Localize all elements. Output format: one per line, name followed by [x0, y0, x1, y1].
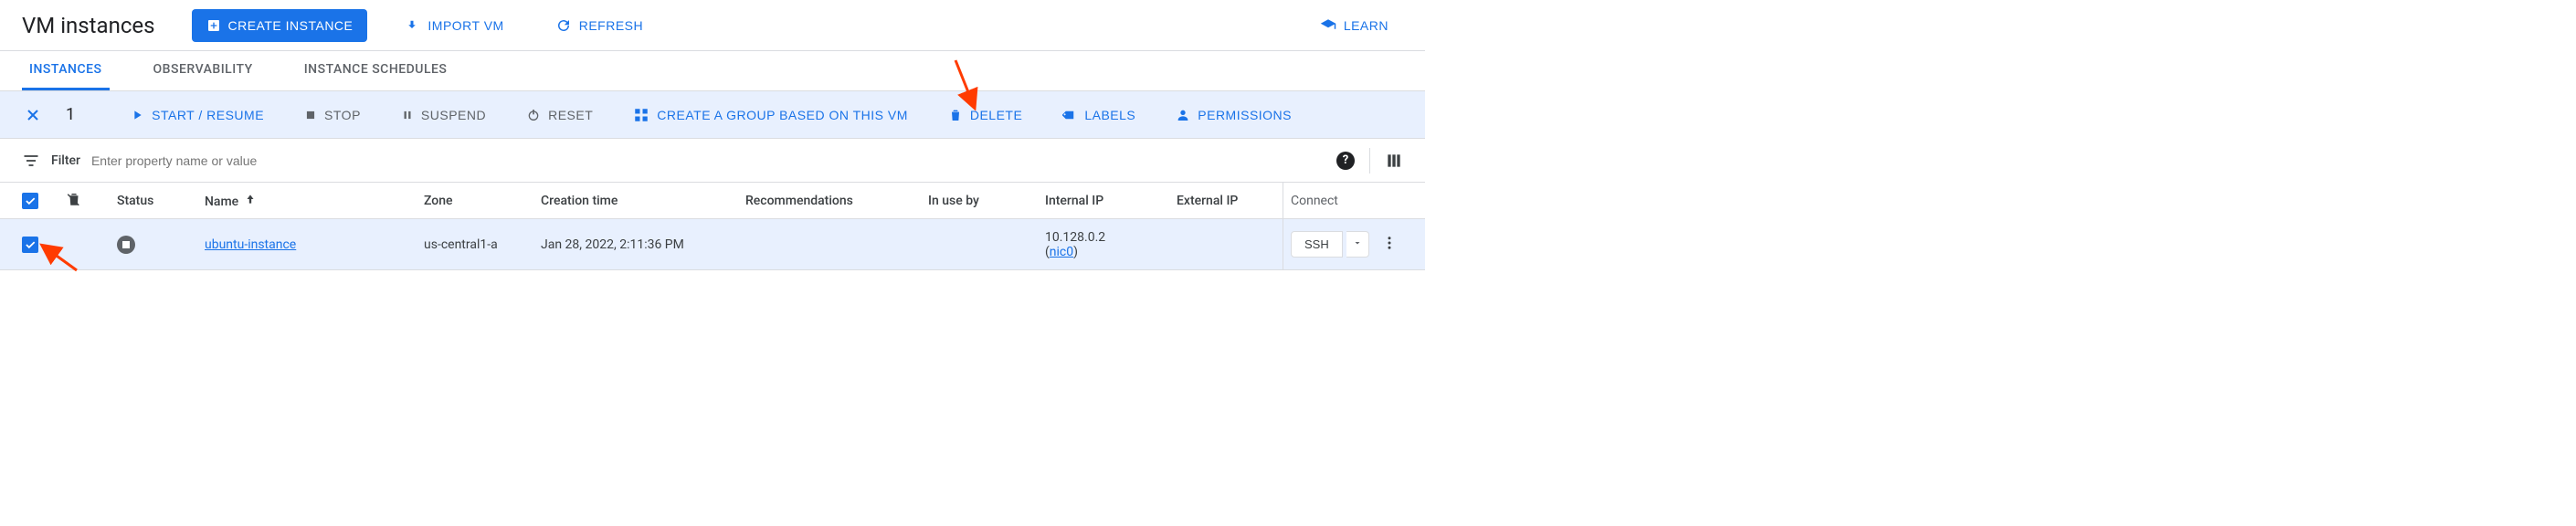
play-icon [130, 108, 144, 122]
plus-badge-icon [206, 18, 221, 33]
delete-button[interactable]: DELETE [937, 99, 1033, 132]
help-icon[interactable]: ? [1336, 152, 1355, 170]
ssh-dropdown-button[interactable] [1346, 231, 1369, 258]
col-ctime[interactable]: Creation time [541, 194, 745, 208]
power-icon [526, 108, 541, 122]
status-stopped-icon [117, 236, 135, 254]
group-icon [633, 107, 649, 123]
labels-button[interactable]: LABELS [1051, 99, 1146, 132]
filter-bar: Filter ? [0, 139, 1425, 183]
import-icon [404, 17, 420, 34]
tag-icon [1062, 108, 1077, 122]
cell-zone: us-central1-a [424, 237, 541, 252]
permissions-button[interactable]: PERMISSIONS [1165, 99, 1303, 132]
tab-observability[interactable]: OBSERVABILITY [146, 51, 260, 90]
selection-count: 1 [66, 105, 75, 124]
refresh-label: REFRESH [579, 18, 643, 33]
learn-icon [1320, 17, 1336, 34]
trash-icon [948, 108, 963, 122]
row-checkbox[interactable] [22, 237, 38, 253]
refresh-icon [555, 17, 572, 34]
clear-selection-button[interactable] [22, 104, 44, 126]
delete-label: DELETE [970, 108, 1022, 122]
tab-instances-label: INSTANCES [29, 62, 102, 77]
col-status[interactable]: Status [117, 194, 205, 208]
tab-instances[interactable]: INSTANCES [22, 51, 110, 90]
cell-ctime: Jan 28, 2022, 2:11:36 PM [541, 237, 745, 252]
col-name[interactable]: Name [205, 193, 424, 209]
col-name-label: Name [205, 195, 238, 209]
cell-intip: 10.128.0.2 (nic0) [1045, 230, 1177, 259]
create-instance-label: CREATE INSTANCE [228, 18, 354, 33]
create-group-label: CREATE A GROUP BASED ON THIS VM [657, 108, 908, 122]
table-row: ubuntu-instance us-central1-a Jan 28, 20… [0, 219, 1425, 270]
reset-label: RESET [548, 108, 593, 122]
reset-button[interactable]: RESET [515, 99, 604, 132]
table-header: Status Name Zone Creation time Recommend… [0, 183, 1425, 219]
col-inuse[interactable]: In use by [928, 194, 1045, 208]
filter-icon [22, 152, 40, 170]
trash-column-icon [66, 191, 82, 207]
col-zone[interactable]: Zone [424, 194, 541, 208]
vm-table: Status Name Zone Creation time Recommend… [0, 183, 1425, 270]
tab-schedules-label: INSTANCE SCHEDULES [304, 62, 448, 77]
page-title: VM instances [22, 13, 155, 38]
col-intip[interactable]: Internal IP [1045, 194, 1177, 208]
selection-action-bar: 1 START / RESUME STOP SUSPEND RESET CREA… [0, 91, 1425, 139]
col-connect: Connect [1283, 183, 1403, 218]
nic-link[interactable]: nic0 [1050, 245, 1073, 259]
person-icon [1176, 108, 1190, 122]
stop-button[interactable]: STOP [293, 99, 372, 132]
filter-label: Filter [51, 153, 80, 168]
tab-observability-label: OBSERVABILITY [153, 62, 253, 77]
select-all-checkbox[interactable] [22, 193, 38, 209]
internal-ip-value: 10.128.0.2 [1045, 230, 1177, 245]
import-vm-label: IMPORT VM [428, 18, 503, 33]
chevron-down-icon [1352, 237, 1363, 248]
header-bar: VM instances CREATE INSTANCE IMPORT VM R… [0, 0, 1425, 51]
tabs-bar: INSTANCES OBSERVABILITY INSTANCE SCHEDUL… [0, 51, 1425, 91]
col-extip[interactable]: External IP [1177, 194, 1283, 208]
tab-schedules[interactable]: INSTANCE SCHEDULES [297, 51, 455, 90]
filter-input[interactable] [91, 153, 1325, 168]
start-resume-label: START / RESUME [152, 108, 264, 122]
learn-label: LEARN [1344, 18, 1388, 33]
learn-button[interactable]: LEARN [1305, 9, 1403, 42]
suspend-button[interactable]: SUSPEND [390, 99, 497, 132]
row-menu-button[interactable] [1376, 235, 1403, 255]
permissions-label: PERMISSIONS [1198, 108, 1292, 122]
create-instance-button[interactable]: CREATE INSTANCE [192, 9, 368, 42]
create-group-button[interactable]: CREATE A GROUP BASED ON THIS VM [622, 99, 919, 132]
ssh-button[interactable]: SSH [1291, 231, 1343, 258]
import-vm-button[interactable]: IMPORT VM [389, 9, 518, 42]
pause-icon [401, 109, 414, 121]
stop-label: STOP [324, 108, 361, 122]
separator [1369, 148, 1370, 174]
columns-icon[interactable] [1385, 152, 1403, 170]
refresh-button[interactable]: REFRESH [541, 9, 658, 42]
start-resume-button[interactable]: START / RESUME [119, 99, 275, 132]
col-rec[interactable]: Recommendations [745, 194, 928, 208]
suspend-label: SUSPEND [421, 108, 486, 122]
instance-name-link[interactable]: ubuntu-instance [205, 237, 296, 252]
sort-asc-icon [244, 193, 257, 205]
stop-icon [304, 109, 317, 121]
labels-label: LABELS [1084, 108, 1135, 122]
